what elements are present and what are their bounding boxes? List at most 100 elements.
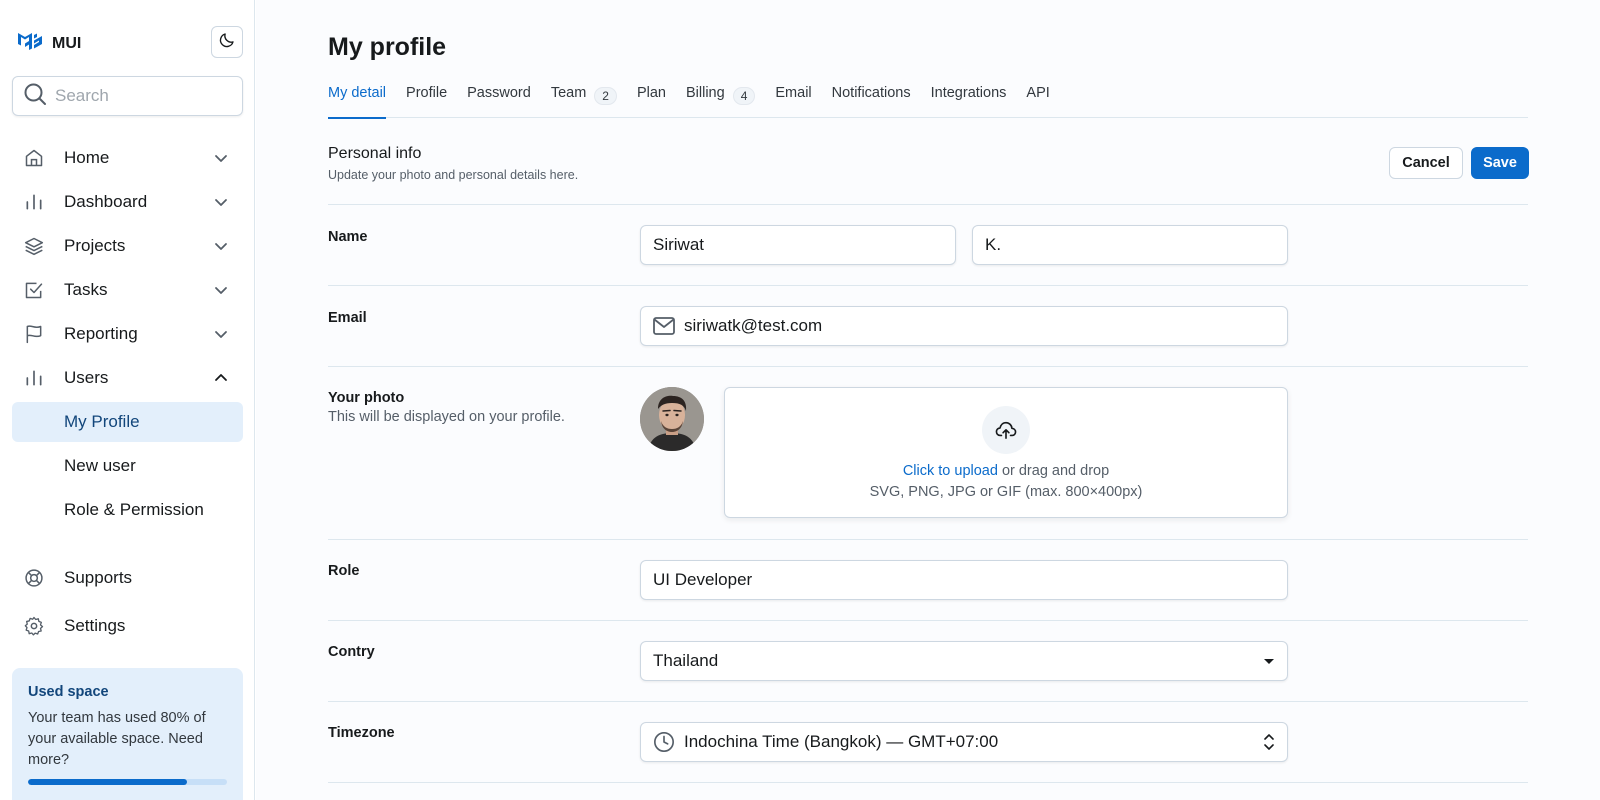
- brand[interactable]: MUI: [18, 30, 81, 57]
- tab-label: Email: [775, 85, 812, 101]
- first-name-field[interactable]: [640, 225, 956, 265]
- used-space-card: Used space Your team has used 80% of you…: [12, 668, 243, 800]
- timezone-label: Timezone: [328, 725, 395, 741]
- sidebar-subitem-new-user[interactable]: New user: [12, 446, 243, 486]
- moon-icon: [218, 31, 236, 54]
- tab-api[interactable]: API: [1026, 82, 1049, 118]
- tab-label: Team: [550, 85, 587, 101]
- tab-my-detail[interactable]: My detail: [328, 82, 387, 119]
- sidebar-item-label: Home: [64, 148, 110, 167]
- tab-label: Password: [467, 85, 531, 101]
- avatar: [640, 387, 704, 451]
- tab-badge: 2: [594, 87, 617, 105]
- country-value: Thailand: [653, 651, 719, 670]
- home-icon: [23, 147, 45, 169]
- role-field[interactable]: [640, 560, 1288, 600]
- bar-chart-icon: [23, 367, 45, 389]
- mui-logo-icon: [18, 30, 42, 57]
- sidebar: MUI Home Dashboard Projects Tasks Report…: [0, 0, 255, 800]
- used-space-text: Your team has used 80% of your available…: [28, 710, 206, 768]
- sidebar-item-label: Tasks: [64, 280, 108, 299]
- sidebar-subitem-my-profile[interactable]: My Profile: [12, 402, 243, 442]
- tab-plan[interactable]: Plan: [637, 82, 666, 118]
- chevron-down-icon: [213, 194, 229, 215]
- divider: [328, 366, 1528, 367]
- click-to-upload-link[interactable]: Click to upload: [903, 463, 998, 479]
- divider: [328, 539, 1528, 540]
- email-label: Email: [328, 310, 367, 326]
- sidebar-item-dashboard[interactable]: Dashboard: [12, 182, 243, 222]
- timezone-value: Indochina Time (Bangkok) — GMT+07:00: [684, 732, 999, 751]
- tab-badge: 4: [732, 87, 756, 105]
- sidebar-item-projects[interactable]: Projects: [12, 226, 243, 266]
- lifebuoy-icon: [23, 567, 45, 589]
- tab-label: Profile: [406, 85, 448, 101]
- sidebar-item-tasks[interactable]: Tasks: [12, 270, 243, 310]
- role-input[interactable]: [653, 570, 1287, 590]
- role-label: Role: [328, 563, 360, 579]
- flag-icon: [23, 323, 45, 345]
- cancel-button[interactable]: Cancel: [1389, 147, 1463, 179]
- sidebar-item-label: Settings: [64, 616, 126, 635]
- used-space-progress: [28, 779, 227, 785]
- name-label: Name: [328, 229, 368, 245]
- tab-bar: My detail Profile Password Team 2 Plan Bi…: [328, 82, 1528, 119]
- chevron-up-icon: [213, 370, 229, 391]
- tab-label: Notifications: [831, 85, 911, 101]
- sidebar-item-label: Reporting: [64, 324, 138, 343]
- sidebar-item-home[interactable]: Home: [12, 138, 243, 178]
- country-select[interactable]: Thailand: [640, 641, 1288, 681]
- tab-email[interactable]: Email: [775, 82, 811, 118]
- first-name-input[interactable]: [653, 235, 955, 255]
- chevron-down-icon: [213, 326, 229, 347]
- email-input[interactable]: [684, 316, 1287, 336]
- search-box[interactable]: [12, 76, 243, 116]
- chevron-down-icon: [213, 238, 229, 259]
- timezone-select[interactable]: Indochina Time (Bangkok) — GMT+07:00: [640, 722, 1288, 762]
- sidebar-item-supports[interactable]: Supports: [12, 558, 243, 598]
- divider: [328, 620, 1528, 621]
- last-name-input[interactable]: [985, 235, 1287, 255]
- email-field[interactable]: [640, 306, 1288, 346]
- sidebar-item-users[interactable]: Users: [12, 358, 243, 398]
- tab-label: Billing: [686, 85, 725, 101]
- divider: [328, 701, 1528, 702]
- chevron-down-icon: [213, 150, 229, 171]
- tab-integrations[interactable]: Integrations: [931, 82, 1007, 118]
- tab-label: API: [1026, 85, 1050, 101]
- sidebar-item-settings[interactable]: Settings: [12, 606, 243, 646]
- sidebar-item-reporting[interactable]: Reporting: [12, 314, 243, 354]
- sidebar-item-label: Projects: [64, 236, 126, 255]
- save-button[interactable]: Save: [1471, 147, 1529, 179]
- photo-sublabel: This will be displayed on your profile.: [328, 409, 565, 425]
- photo-label: Your photo: [328, 390, 405, 406]
- divider: [328, 782, 1528, 783]
- search-icon: [23, 82, 47, 111]
- divider: [328, 285, 1528, 286]
- unfold-icon: [1263, 733, 1275, 751]
- tab-label: Integrations: [930, 85, 1007, 101]
- divider: [328, 204, 1528, 205]
- brand-name: MUI: [52, 34, 82, 52]
- tab-billing[interactable]: Billing 4: [686, 82, 756, 118]
- layers-icon: [23, 235, 45, 257]
- tab-team[interactable]: Team 2: [551, 82, 617, 118]
- theme-toggle-button[interactable]: [211, 26, 243, 58]
- last-name-field[interactable]: [972, 225, 1288, 265]
- upload-dropzone[interactable]: Click to upload or drag and drop SVG, PN…: [724, 387, 1288, 518]
- gear-icon: [23, 615, 45, 637]
- tab-notifications[interactable]: Notifications: [832, 82, 911, 118]
- tab-profile[interactable]: Profile: [406, 82, 447, 118]
- upload-rest-text: or drag and drop: [997, 463, 1110, 479]
- chevron-down-icon: [213, 282, 229, 303]
- bar-chart-icon: [23, 191, 45, 213]
- search-input[interactable]: [55, 86, 225, 106]
- sidebar-item-label: Dashboard: [64, 192, 148, 211]
- upload-cloud-icon: [982, 406, 1030, 454]
- sidebar-subitem-role-permission[interactable]: Role & Permission: [12, 490, 243, 530]
- caret-down-icon: [1263, 658, 1275, 666]
- sidebar-item-label: Supports: [64, 568, 133, 587]
- main-content: My profile My detail Profile Password Te…: [256, 0, 1600, 800]
- page-title: My profile: [328, 33, 447, 61]
- tab-password[interactable]: Password: [467, 82, 531, 118]
